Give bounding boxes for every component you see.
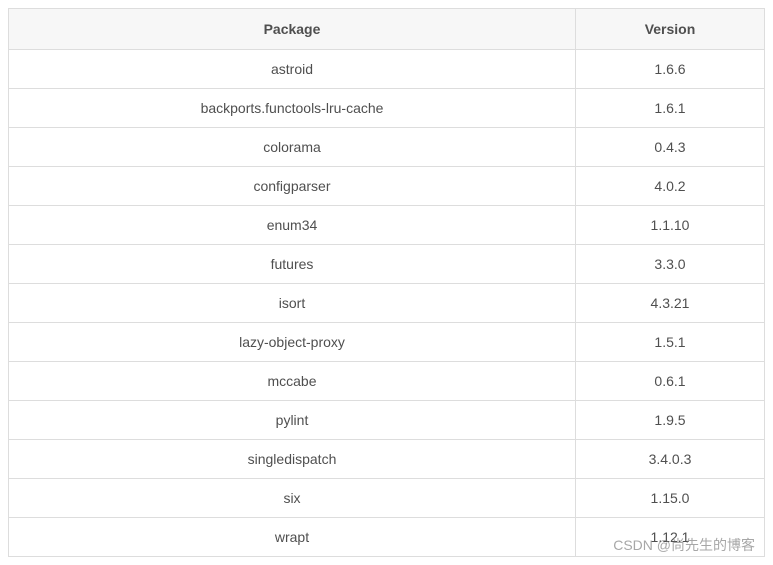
cell-package: six <box>9 479 576 518</box>
table-row: configparser4.0.2 <box>9 167 765 206</box>
cell-package: enum34 <box>9 206 576 245</box>
cell-package: pylint <box>9 401 576 440</box>
table-row: pylint1.9.5 <box>9 401 765 440</box>
table-row: singledispatch3.4.0.3 <box>9 440 765 479</box>
table-row: futures3.3.0 <box>9 245 765 284</box>
table-row: wrapt1.12.1 <box>9 518 765 557</box>
table-row: backports.functools-lru-cache1.6.1 <box>9 89 765 128</box>
cell-version: 0.6.1 <box>576 362 765 401</box>
table-header-row: Package Version <box>9 9 765 50</box>
cell-package: wrapt <box>9 518 576 557</box>
table-row: mccabe0.6.1 <box>9 362 765 401</box>
cell-version: 1.6.6 <box>576 50 765 89</box>
table-row: enum341.1.10 <box>9 206 765 245</box>
cell-version: 1.1.10 <box>576 206 765 245</box>
table-row: astroid1.6.6 <box>9 50 765 89</box>
cell-package: backports.functools-lru-cache <box>9 89 576 128</box>
cell-version: 1.5.1 <box>576 323 765 362</box>
cell-package: mccabe <box>9 362 576 401</box>
cell-version: 4.3.21 <box>576 284 765 323</box>
cell-version: 1.6.1 <box>576 89 765 128</box>
cell-version: 1.9.5 <box>576 401 765 440</box>
cell-package: configparser <box>9 167 576 206</box>
cell-version: 4.0.2 <box>576 167 765 206</box>
cell-package: colorama <box>9 128 576 167</box>
cell-version: 3.4.0.3 <box>576 440 765 479</box>
table-row: lazy-object-proxy1.5.1 <box>9 323 765 362</box>
cell-package: futures <box>9 245 576 284</box>
cell-package: singledispatch <box>9 440 576 479</box>
cell-package: lazy-object-proxy <box>9 323 576 362</box>
cell-version: 3.3.0 <box>576 245 765 284</box>
header-package: Package <box>9 9 576 50</box>
cell-version: 1.15.0 <box>576 479 765 518</box>
packages-table: Package Version astroid1.6.6backports.fu… <box>8 8 765 557</box>
cell-package: astroid <box>9 50 576 89</box>
table-row: isort4.3.21 <box>9 284 765 323</box>
cell-version: 0.4.3 <box>576 128 765 167</box>
cell-package: isort <box>9 284 576 323</box>
table-row: six1.15.0 <box>9 479 765 518</box>
table-row: colorama0.4.3 <box>9 128 765 167</box>
header-version: Version <box>576 9 765 50</box>
cell-version: 1.12.1 <box>576 518 765 557</box>
